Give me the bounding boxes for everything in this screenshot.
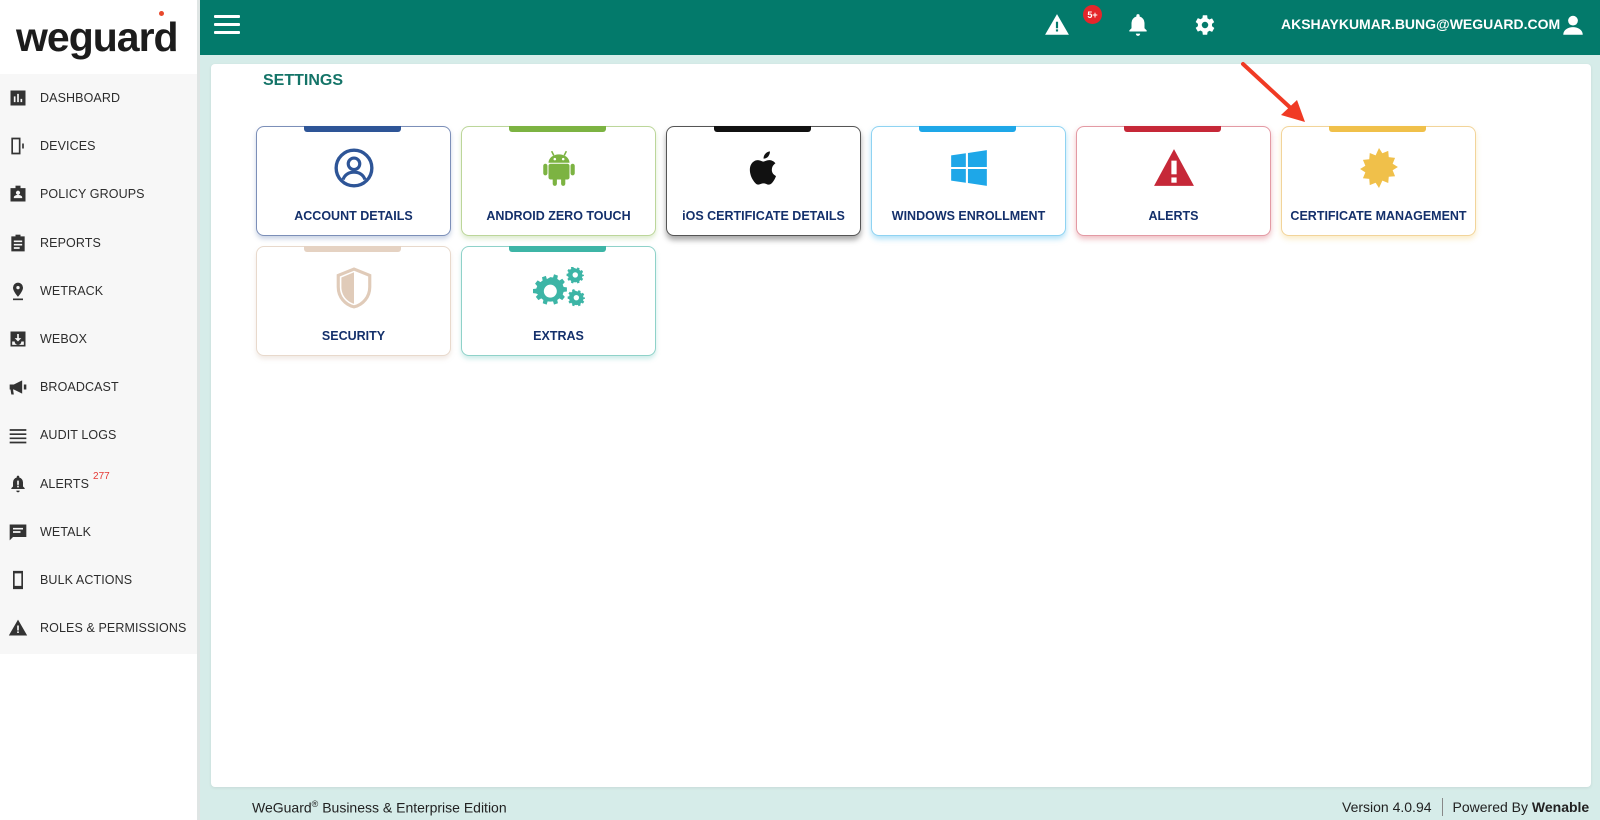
top-header: 5+ AKSHAYKUMAR.BUNG@WEGUARD.COM <box>200 0 1600 55</box>
logo[interactable]: weguard <box>0 0 197 74</box>
card-accent-tab <box>304 126 401 132</box>
apple-icon <box>667 147 860 191</box>
sidebar-item-wetalk[interactable]: WETALK <box>0 508 197 556</box>
card-label: ACCOUNT DETAILS <box>294 209 413 223</box>
card-accent-tab <box>509 246 606 252</box>
footer-version: Version 4.0.94 <box>1342 799 1432 815</box>
card-label: ANDROID ZERO TOUCH <box>486 209 631 223</box>
sidebar-item-label: AUDIT LOGS <box>40 428 117 443</box>
notification-bell-icon[interactable] <box>1125 12 1151 38</box>
logo-dot <box>159 11 164 16</box>
card-accent-tab <box>919 126 1016 132</box>
location-pin-icon <box>7 280 29 302</box>
settings-gear-icon[interactable] <box>1192 12 1218 38</box>
footer-meta: Version 4.0.94 Powered By Wenable <box>1342 798 1589 816</box>
sidebar: weguard DASHBOARD DEVICES POLICY GROUPS … <box>0 0 200 820</box>
sidebar-item-label: ALERTS <box>40 476 90 491</box>
card-alerts[interactable]: ALERTS <box>1076 126 1271 236</box>
clipboard-icon <box>7 232 29 254</box>
card-certificate-management[interactable]: CERTIFICATE MANAGEMENT <box>1281 126 1476 236</box>
card-label: SECURITY <box>321 329 386 343</box>
sidebar-item-webox[interactable]: WEBOX <box>0 315 197 363</box>
sidebar-item-broadcast[interactable]: BROADCAST <box>0 363 197 411</box>
sidebar-item-audit-logs[interactable]: AUDIT LOGS <box>0 411 197 459</box>
sidebar-item-label: POLICY GROUPS <box>40 187 145 202</box>
sidebar-item-label: DASHBOARD <box>40 91 121 106</box>
card-accent-tab <box>714 126 811 132</box>
alert-count-badge: 5+ <box>1083 5 1102 24</box>
footer-powered-prefix: Powered By <box>1452 799 1532 815</box>
sidebar-item-label: DEVICES <box>40 139 96 154</box>
card-accent-tab <box>304 246 401 252</box>
card-accent-tab <box>1124 126 1221 132</box>
sidebar-item-label: BULK ACTIONS <box>40 572 133 587</box>
card-label: ALERTS <box>1148 209 1199 223</box>
warning-triangle-icon <box>7 617 29 639</box>
card-windows-enrollment[interactable]: WINDOWS ENROLLMENT <box>871 126 1066 236</box>
warning-alert-icon[interactable] <box>1044 12 1070 38</box>
footer-edition-text: Business & Enterprise Edition <box>318 799 507 816</box>
sidebar-item-policy-groups[interactable]: POLICY GROUPS <box>0 170 197 218</box>
card-extras[interactable]: EXTRAS <box>461 246 656 356</box>
sidebar-item-label: ROLES & PERMISSIONS <box>40 621 187 636</box>
card-label: WINDOWS ENROLLMENT <box>891 209 1046 223</box>
card-android-zero-touch[interactable]: ANDROID ZERO TOUCH <box>461 126 656 236</box>
device-icon <box>7 135 29 157</box>
megaphone-icon <box>7 376 29 398</box>
sidebar-item-reports[interactable]: REPORTS <box>0 219 197 267</box>
card-security[interactable]: SECURITY <box>256 246 451 356</box>
sidebar-item-bulk-actions[interactable]: BULK ACTIONS <box>0 556 197 604</box>
sidebar-item-wetrack[interactable]: WETRACK <box>0 267 197 315</box>
card-ios-certificate-details[interactable]: iOS CERTIFICATE DETAILS <box>666 126 861 236</box>
card-accent-tab <box>1329 126 1426 132</box>
user-circle-icon <box>257 147 450 191</box>
phone-icon <box>7 569 29 591</box>
card-label: EXTRAS <box>533 329 584 343</box>
alerts-count-badge: 277 <box>93 471 110 483</box>
certificate-seal-icon <box>1282 147 1475 191</box>
sidebar-item-label: WEBOX <box>40 332 88 347</box>
user-avatar-icon[interactable] <box>1560 12 1586 38</box>
annotation-arrow-icon <box>1241 62 1305 122</box>
footer-brand: WeGuard <box>252 799 312 816</box>
footer-divider <box>1441 798 1443 816</box>
warning-icon <box>1077 147 1270 191</box>
sidebar-item-dashboard[interactable]: DASHBOARD <box>0 74 197 122</box>
chat-icon <box>7 521 29 543</box>
user-email[interactable]: AKSHAYKUMAR.BUNG@WEGUARD.COM <box>1281 16 1560 32</box>
menu-toggle-icon[interactable] <box>214 15 240 37</box>
sidebar-item-label: WETRACK <box>40 283 104 298</box>
sidebar-item-devices[interactable]: DEVICES <box>0 122 197 170</box>
sidebar-nav: DASHBOARD DEVICES POLICY GROUPS REPORTS … <box>0 74 197 654</box>
list-lines-icon <box>7 424 29 446</box>
sidebar-item-roles-permissions[interactable]: ROLES & PERMISSIONS <box>0 604 197 652</box>
sidebar-item-alerts[interactable]: ALERTS 277 <box>0 460 197 508</box>
page-title: SETTINGS <box>263 72 344 89</box>
sidebar-item-label: WETALK <box>40 524 92 539</box>
bell-alert-icon <box>7 473 29 495</box>
card-account-details[interactable]: ACCOUNT DETAILS <box>256 126 451 236</box>
sidebar-item-label: REPORTS <box>40 235 101 250</box>
shield-icon <box>257 267 450 311</box>
android-icon <box>462 147 655 191</box>
windows-icon <box>872 147 1065 191</box>
bar-chart-icon <box>7 87 29 109</box>
card-label: CERTIFICATE MANAGEMENT <box>1290 209 1467 223</box>
footer-edition: WeGuard® Business & Enterprise Edition <box>252 799 507 816</box>
policy-badge-icon <box>7 183 29 205</box>
logo-text: weguard <box>16 13 179 60</box>
footer-powered-brand[interactable]: Wenable <box>1532 799 1589 815</box>
sidebar-item-label: BROADCAST <box>40 380 119 395</box>
card-accent-tab <box>509 126 606 132</box>
card-label: iOS CERTIFICATE DETAILS <box>682 209 845 223</box>
gears-icon <box>462 267 655 311</box>
settings-panel: SETTINGS ACCOUNT DETAILS ANDROID ZERO TO… <box>211 64 1591 787</box>
inbox-download-icon <box>7 328 29 350</box>
